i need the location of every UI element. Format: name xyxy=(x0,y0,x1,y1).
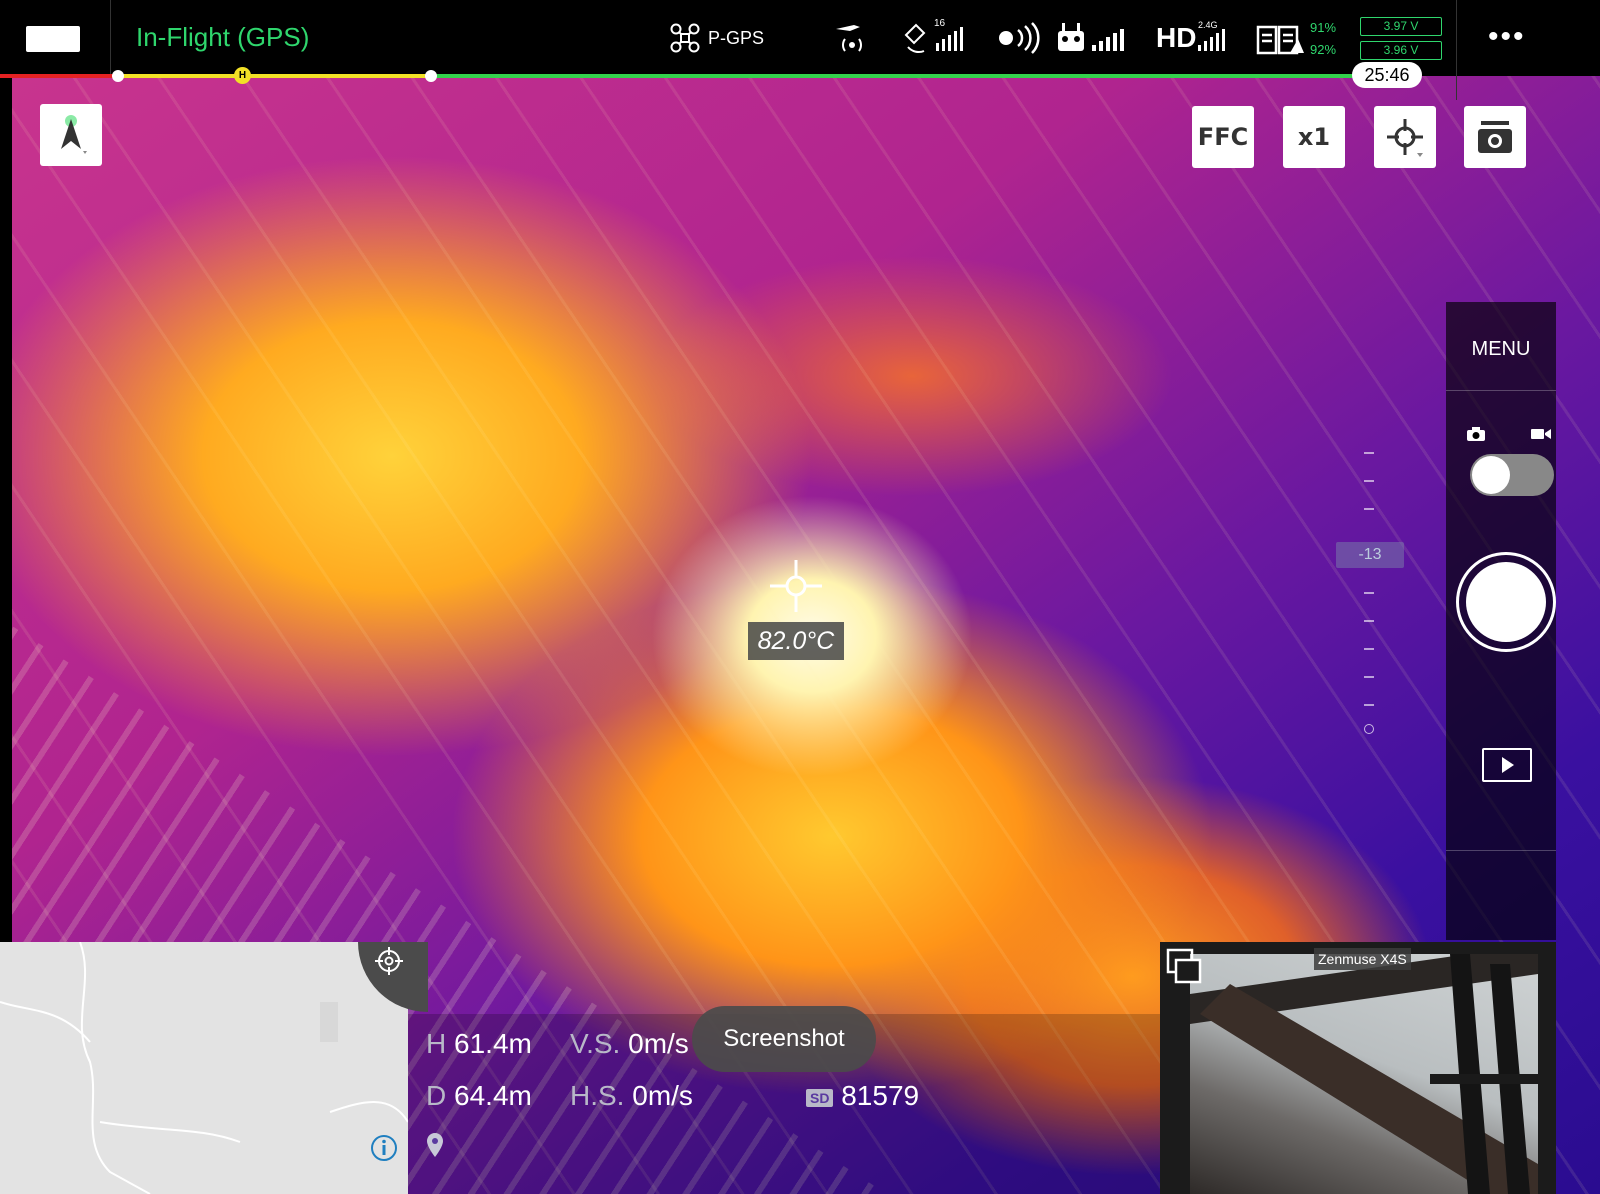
sd-card-readout: SD 81579 xyxy=(806,1080,919,1112)
horizontal-speed-value: 0m/s xyxy=(632,1080,693,1111)
hd-label: HD xyxy=(1156,22,1197,53)
panel-divider xyxy=(1446,390,1556,391)
playback-icon xyxy=(1502,757,1514,773)
zoom-button[interactable]: x1 xyxy=(1283,106,1345,168)
focus-mode-icon xyxy=(1387,119,1423,157)
playback-button[interactable] xyxy=(1482,748,1532,782)
battery-2-voltage: 3.96 V xyxy=(1360,41,1442,60)
toggle-knob xyxy=(1472,456,1510,494)
battery-2-percent: 92% xyxy=(1310,42,1337,57)
remote-controller-status[interactable] xyxy=(1056,20,1126,56)
vertical-speed-value: 0m/s xyxy=(628,1028,689,1059)
horizontal-speed-label: H.S. xyxy=(570,1080,625,1111)
crosshair-icon[interactable] xyxy=(768,558,824,614)
satellite-count: 16 xyxy=(934,18,946,29)
pip-camera-name: Zenmuse X4S xyxy=(1314,948,1411,970)
home-icon[interactable] xyxy=(26,26,80,52)
scale-tick xyxy=(1364,508,1374,510)
pip-structure xyxy=(1190,944,1538,1194)
info-icon[interactable] xyxy=(370,1134,398,1162)
shutter-button[interactable] xyxy=(1456,552,1556,652)
aircraft-icon xyxy=(670,23,700,53)
sd-card-icon: SD xyxy=(806,1088,834,1107)
distance-value: 64.4m xyxy=(454,1080,532,1111)
swap-view-icon[interactable] xyxy=(1164,946,1204,986)
gps-status[interactable]: 16 xyxy=(902,18,966,56)
sd-remaining-value: 81579 xyxy=(841,1080,920,1111)
scale-tick xyxy=(1364,620,1374,622)
battery-critical-segment xyxy=(0,74,118,78)
visual-camera-feed xyxy=(1190,944,1538,1194)
scale-tick xyxy=(1364,452,1374,454)
remaining-flight-time: 25:46 xyxy=(1352,62,1422,88)
video-mode-icon[interactable] xyxy=(1530,426,1552,442)
distance-readout: D 64.4m xyxy=(426,1080,532,1112)
hd-link-status[interactable]: HD 2.4G xyxy=(1156,20,1226,56)
zoom-label: x1 xyxy=(1297,123,1331,151)
height-readout: H 61.4m xyxy=(426,1028,532,1060)
flight-status[interactable]: In-Flight (GPS) xyxy=(136,22,309,53)
compass-button[interactable] xyxy=(40,104,102,166)
vertical-speed-label: V.S. xyxy=(570,1028,621,1059)
topbar-right-divider xyxy=(1456,0,1457,100)
battery-1-voltage: 3.97 V xyxy=(1360,17,1442,36)
compass-icon xyxy=(61,115,87,154)
battery-status[interactable] xyxy=(1256,20,1306,56)
ffc-button[interactable]: FFC xyxy=(1192,106,1254,168)
more-icon[interactable]: ••• xyxy=(1488,20,1526,54)
battery-remaining-segment xyxy=(431,74,1356,78)
exposure-value[interactable]: -13 xyxy=(1336,542,1404,568)
height-label: H xyxy=(426,1028,447,1059)
scale-tick xyxy=(1364,480,1374,482)
location-pin-icon[interactable] xyxy=(426,1132,444,1158)
camera-settings-icon xyxy=(1478,121,1512,153)
obstacle-sensing-icon xyxy=(999,22,1040,54)
secondary-camera-view[interactable]: Zenmuse X4S xyxy=(1160,942,1556,1194)
map-roads xyxy=(0,942,408,1194)
hd-band: 2.4G xyxy=(1198,20,1218,30)
low-battery-marker xyxy=(425,70,437,82)
recenter-map-icon xyxy=(375,947,403,975)
signal-status[interactable] xyxy=(830,20,870,56)
battery-1-percent: 91% xyxy=(1310,20,1337,35)
distance-label: D xyxy=(426,1080,447,1111)
obstacle-sensing-status[interactable] xyxy=(996,20,1042,56)
flight-mode-indicator[interactable]: P-GPS xyxy=(670,20,764,56)
scale-tick xyxy=(1364,648,1374,650)
camera-side-panel: MENU xyxy=(1446,302,1556,940)
horizontal-speed-readout: H.S. 0m/s xyxy=(570,1080,693,1112)
ffc-label: FFC xyxy=(1197,123,1249,151)
home-return-marker: H xyxy=(234,67,251,84)
critical-marker xyxy=(112,70,124,82)
vertical-speed-readout: V.S. 0m/s xyxy=(570,1028,689,1060)
menu-button[interactable]: MENU xyxy=(1446,338,1556,361)
spot-temperature: 82.0°C xyxy=(748,622,844,660)
signal-icon xyxy=(836,25,862,52)
capture-mode-toggle[interactable] xyxy=(1470,454,1554,496)
exposure-reset-circle[interactable] xyxy=(1364,724,1374,734)
battery-return-segment xyxy=(118,74,431,78)
topbar-divider xyxy=(110,0,111,76)
battery-icon xyxy=(1256,25,1304,55)
flight-mode-label: P-GPS xyxy=(708,27,765,48)
left-edge xyxy=(0,76,12,942)
height-value: 61.4m xyxy=(454,1028,532,1059)
focus-mode-button[interactable] xyxy=(1374,106,1436,168)
shutter-inner xyxy=(1466,562,1546,642)
scale-tick xyxy=(1364,592,1374,594)
scale-tick xyxy=(1364,676,1374,678)
remote-controller-icon xyxy=(1058,23,1124,51)
scale-tick xyxy=(1364,704,1374,706)
photo-mode-icon[interactable] xyxy=(1466,426,1486,442)
camera-settings-button[interactable] xyxy=(1464,106,1526,168)
screenshot-toast: Screenshot xyxy=(692,1006,876,1072)
panel-divider xyxy=(1446,850,1556,851)
mini-map[interactable] xyxy=(0,942,408,1194)
